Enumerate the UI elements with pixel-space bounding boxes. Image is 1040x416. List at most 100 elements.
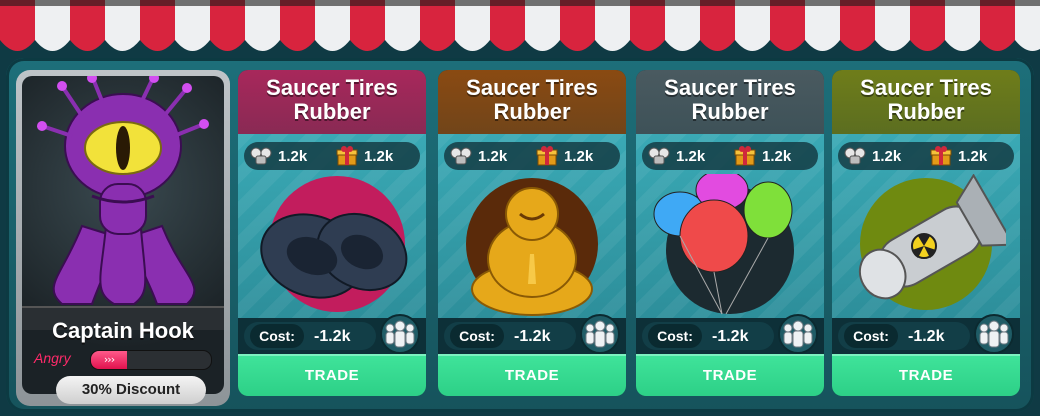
card-title-line2: Rubber bbox=[293, 99, 371, 124]
trade-card: Saucer Tires Rubber 1.2k 1.2k Cost: -1.2… bbox=[238, 70, 426, 396]
seller-portrait-frame bbox=[22, 76, 224, 394]
seller-name: Captain Hook bbox=[52, 318, 194, 343]
tires-item-icon bbox=[260, 176, 408, 312]
awning-scallop bbox=[35, 34, 70, 51]
golden-buddha-item-icon bbox=[466, 178, 598, 316]
card-title-line2: Rubber bbox=[493, 99, 571, 124]
balloons-item-icon bbox=[653, 169, 794, 315]
cost-label: Cost: bbox=[450, 324, 504, 348]
awning-scallop bbox=[280, 34, 315, 51]
awning-scallop bbox=[490, 34, 525, 51]
awning-scallop bbox=[245, 34, 280, 51]
awning-scallop bbox=[70, 34, 105, 51]
people-group-icon bbox=[580, 314, 620, 354]
cost-value: -1.2k bbox=[712, 328, 749, 345]
awning-scallop bbox=[805, 34, 840, 51]
people-group-icon bbox=[778, 314, 818, 354]
awning-scallop bbox=[735, 34, 770, 51]
cost-pill: Cost: -1.2k bbox=[444, 322, 576, 350]
awning-scallop bbox=[980, 34, 1015, 51]
gift-reward-value: 1.2k bbox=[564, 147, 594, 165]
awning-scallop bbox=[945, 34, 980, 51]
robot-reward-value: 1.2k bbox=[478, 147, 508, 165]
trade-button[interactable]: TRADE bbox=[438, 354, 626, 396]
gift-reward: 1.2k bbox=[734, 146, 791, 166]
trade-card: Saucer Tires Rubber 1.2k 1.2k Cost: -1.2… bbox=[438, 70, 626, 396]
cost-label: Cost: bbox=[648, 324, 702, 348]
awning-scallop bbox=[350, 34, 385, 51]
people-group-icon bbox=[380, 314, 420, 354]
item-art bbox=[650, 169, 810, 324]
alien-captain-portrait bbox=[37, 76, 209, 305]
card-title-line1: Saucer Tires bbox=[266, 75, 398, 100]
cost-value: -1.2k bbox=[314, 328, 351, 345]
gift-reward: 1.2k bbox=[536, 146, 593, 166]
awning-scallop bbox=[875, 34, 910, 51]
awning-scallop bbox=[665, 34, 700, 51]
awning-scallop bbox=[630, 34, 665, 51]
card-rewards: 1.2k 1.2k bbox=[838, 142, 1014, 170]
card-title-line2: Rubber bbox=[691, 99, 769, 124]
trade-button[interactable]: TRADE bbox=[636, 354, 824, 396]
card-title: Saucer Tires Rubber bbox=[438, 70, 626, 134]
trade-card: Saucer Tires Rubber 1.2k 1.2k Cost: -1.2… bbox=[832, 70, 1020, 396]
card-title: Saucer Tires Rubber bbox=[832, 70, 1020, 134]
cost-label: Cost: bbox=[250, 324, 304, 348]
gift-reward: 1.2k bbox=[930, 146, 987, 166]
card-rewards: 1.2k 1.2k bbox=[244, 142, 420, 170]
robot-reward: 1.2k bbox=[250, 146, 307, 166]
gift-reward-value: 1.2k bbox=[762, 147, 792, 165]
card-rewards: 1.2k 1.2k bbox=[642, 142, 818, 170]
awning-scallop bbox=[105, 34, 140, 51]
awning-scallop bbox=[385, 34, 420, 51]
awning-scallop bbox=[455, 34, 490, 51]
awning-scallop bbox=[840, 34, 875, 51]
item-art bbox=[252, 174, 412, 324]
trade-card: Saucer Tires Rubber 1.2k 1.2k Cost: -1.2… bbox=[636, 70, 824, 396]
robot-reward-value: 1.2k bbox=[676, 147, 706, 165]
robot-reward: 1.2k bbox=[844, 146, 901, 166]
nuclear-bomb-item-icon bbox=[858, 173, 1016, 310]
cost-pill: Cost: -1.2k bbox=[244, 322, 376, 350]
shop-awning bbox=[0, 0, 1040, 51]
trade-button[interactable]: TRADE bbox=[832, 354, 1020, 396]
awning-scallop bbox=[700, 34, 735, 51]
card-title-line2: Rubber bbox=[887, 99, 965, 124]
cost-pill: Cost: -1.2k bbox=[838, 322, 970, 350]
item-art bbox=[846, 173, 1016, 324]
card-rewards: 1.2k 1.2k bbox=[444, 142, 620, 170]
awning-scallop bbox=[560, 34, 595, 51]
awning-scallop bbox=[1015, 34, 1040, 51]
awning-scallop bbox=[910, 34, 945, 51]
gift-reward: 1.2k bbox=[336, 146, 393, 166]
robot-reward-value: 1.2k bbox=[278, 147, 308, 165]
gift-reward-value: 1.2k bbox=[958, 147, 988, 165]
robot-part-icon bbox=[844, 147, 866, 165]
awning-scallop bbox=[0, 34, 35, 51]
card-title: Saucer Tires Rubber bbox=[636, 70, 824, 134]
awning-scallop bbox=[595, 34, 630, 51]
card-title: Saucer Tires Rubber bbox=[238, 70, 426, 134]
people-group-icon bbox=[974, 314, 1014, 354]
awning-scallop bbox=[175, 34, 210, 51]
awning-scallop bbox=[315, 34, 350, 51]
robot-part-icon bbox=[450, 147, 472, 165]
trade-button[interactable]: TRADE bbox=[238, 354, 426, 396]
awning-scallop bbox=[210, 34, 245, 51]
robot-reward-value: 1.2k bbox=[872, 147, 902, 165]
robot-part-icon bbox=[648, 147, 670, 165]
cost-value: -1.2k bbox=[514, 328, 551, 345]
awning-scallop bbox=[525, 34, 560, 51]
robot-reward: 1.2k bbox=[648, 146, 705, 166]
cost-value: -1.2k bbox=[908, 328, 945, 345]
seller-mood-bar: ››› bbox=[90, 350, 212, 370]
awning-scallop bbox=[770, 34, 805, 51]
gift-reward-value: 1.2k bbox=[364, 147, 394, 165]
discount-badge: 30% Discount bbox=[56, 376, 206, 404]
robot-reward: 1.2k bbox=[450, 146, 507, 166]
gift-box-icon bbox=[536, 146, 558, 166]
gift-box-icon bbox=[930, 146, 952, 166]
seller-panel: Captain Hook Angry ››› 30% Discount bbox=[16, 70, 230, 406]
cost-pill: Cost: -1.2k bbox=[642, 322, 774, 350]
card-title-line1: Saucer Tires bbox=[860, 75, 992, 100]
